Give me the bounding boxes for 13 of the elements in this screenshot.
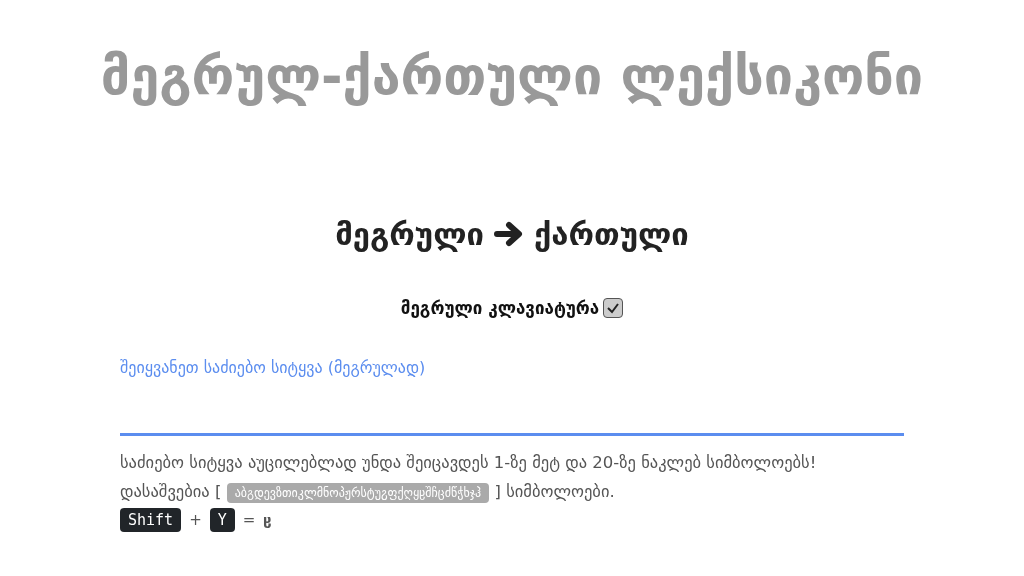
keyboard-label: მეგრული კლავიატურა <box>400 298 600 318</box>
keyboard-checkbox[interactable] <box>603 298 624 318</box>
page-title: მეგრულ-ქართული ლექსიკონი <box>99 45 925 108</box>
letter-key: Y <box>209 508 235 532</box>
target-language: ქართული <box>533 216 689 252</box>
arrow-icon <box>493 221 524 247</box>
search-field[interactable]: შეიყვანეთ საძიებო სიტყვა (მეგრულად) <box>120 358 904 436</box>
plus-sign: + <box>189 511 202 529</box>
source-language: მეგრული <box>335 216 484 252</box>
equals-sign: = <box>242 511 256 529</box>
shift-key: Shift <box>120 508 182 532</box>
result-letter: ჸ <box>263 511 272 529</box>
help-text: საძიებო სიტყვა აუცილებლად უნდა შეიცავდეს 1-ზე მეტ და 20-ზე ნაკლებ სიმბოლოებს! დასაშვებია [ აბგდევზთიკლმნოპჟრსტუჷფქღყჸშჩცძწჭხჯჰ ] სიმბოლოები. <box>120 452 818 505</box>
